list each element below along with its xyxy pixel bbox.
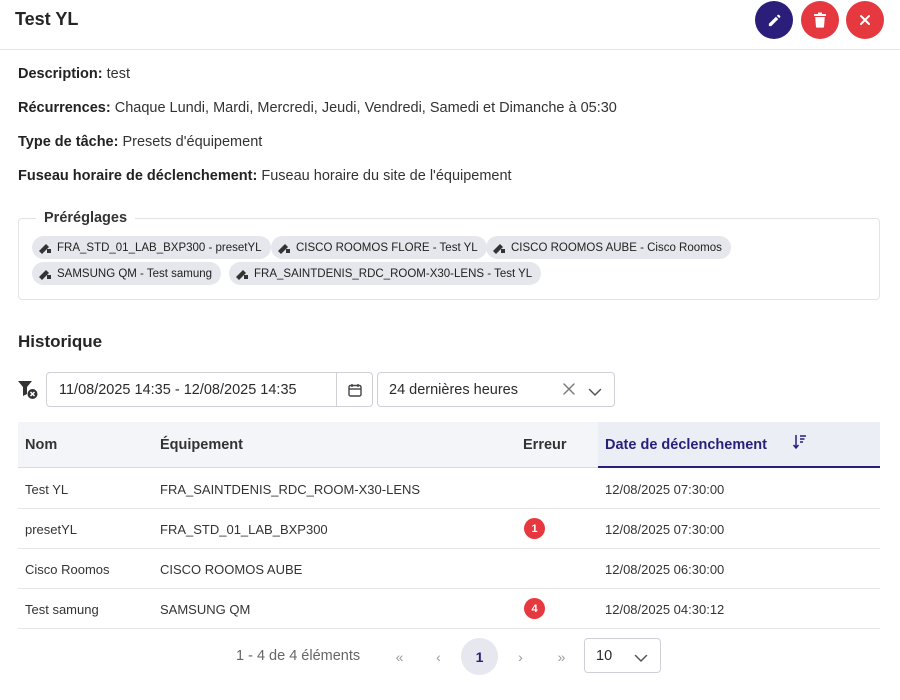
dialog-header: Test YL xyxy=(0,0,900,50)
row-date: 12/08/2025 04:30:12 xyxy=(605,602,725,617)
delete-button[interactable] xyxy=(801,1,839,39)
table-row[interactable]: presetYL FRA_STD_01_LAB_BXP300 1 12/08/2… xyxy=(18,509,880,549)
description-value: test xyxy=(106,66,130,82)
edit-button[interactable] xyxy=(755,1,793,39)
column-header-date-label: Date de déclenchement xyxy=(605,437,767,453)
table-row[interactable]: Test YL FRA_SAINTDENIS_RDC_ROOM-X30-LENS… xyxy=(18,469,880,509)
preset-chip-label: CISCO ROOMOS AUBE - Cisco Roomos xyxy=(511,241,722,254)
row-name: Test samung xyxy=(25,602,99,617)
page-title: Test YL xyxy=(15,9,79,29)
column-header-equipment[interactable]: Équipement xyxy=(160,437,243,453)
close-icon xyxy=(860,15,870,25)
period-value: 24 dernières heures xyxy=(389,382,518,398)
date-range-value: 11/08/2025 14:35 - 12/08/2025 14:35 xyxy=(59,382,297,398)
calendar-icon xyxy=(348,383,362,397)
last-page-button[interactable]: » xyxy=(543,638,580,675)
error-count-badge[interactable]: 4 xyxy=(524,598,545,619)
date-range-input[interactable]: 11/08/2025 14:35 - 12/08/2025 14:35 xyxy=(46,372,373,407)
preset-chip: CISCO ROOMOS FLORE - Test YL xyxy=(271,236,487,259)
first-page-button[interactable]: « xyxy=(381,638,418,675)
chevron-down-icon xyxy=(634,654,648,663)
period-dropdown-toggle[interactable] xyxy=(588,384,602,402)
timezone-line: Fuseau horaire de déclenchement: Fuseau … xyxy=(18,168,512,184)
column-header-error[interactable]: Erreur xyxy=(523,437,567,453)
row-name: presetYL xyxy=(25,522,78,537)
row-equipment: FRA_SAINTDENIS_RDC_ROOM-X30-LENS xyxy=(160,482,421,497)
preset-chip: SAMSUNG QM - Test samung xyxy=(32,262,222,285)
clear-filter-button[interactable] xyxy=(17,380,39,405)
column-header-name[interactable]: Nom xyxy=(25,437,57,453)
preset-chip: FRA_SAINTDENIS_RDC_ROOM-X30-LENS - Test … xyxy=(229,262,542,285)
preset-camera-icon xyxy=(236,269,248,280)
timezone-label: Fuseau horaire de déclenchement: xyxy=(18,168,258,184)
table-row[interactable]: Cisco Roomos CISCO ROOMOS AUBE 12/08/202… xyxy=(18,549,880,589)
preset-camera-icon xyxy=(39,269,51,280)
description-label: Description: xyxy=(18,66,103,82)
filter-clear-icon xyxy=(18,381,38,399)
pagination-info: 1 - 4 de 4 éléments xyxy=(236,648,361,664)
preset-chip: CISCO ROOMOS AUBE - Cisco Roomos xyxy=(486,236,731,259)
preset-camera-icon xyxy=(493,243,505,254)
task-type-label: Type de tâche: xyxy=(18,134,119,150)
row-date: 12/08/2025 06:30:00 xyxy=(605,562,725,577)
calendar-button[interactable] xyxy=(336,373,373,406)
timezone-value: Fuseau horaire du site de l'équipement xyxy=(261,168,512,184)
row-date: 12/08/2025 07:30:00 xyxy=(605,482,725,497)
task-type-value: Presets d'équipement xyxy=(122,134,263,150)
presets-fieldset xyxy=(18,218,880,300)
prev-page-button[interactable]: ‹ xyxy=(420,638,457,675)
close-icon xyxy=(563,383,575,395)
trash-icon xyxy=(814,12,826,28)
page-button-current[interactable]: 1 xyxy=(461,638,498,675)
preset-chip-label: CISCO ROOMOS FLORE - Test YL xyxy=(296,241,478,254)
row-name: Cisco Roomos xyxy=(25,562,110,577)
preset-camera-icon xyxy=(278,243,290,254)
preset-chip-label: FRA_STD_01_LAB_BXP300 - presetYL xyxy=(57,241,262,254)
recurrences-line: Récurrences: Chaque Lundi, Mardi, Mercre… xyxy=(18,100,617,116)
row-equipment: FRA_STD_01_LAB_BXP300 xyxy=(160,522,328,537)
pencil-icon xyxy=(768,14,780,26)
clear-period-button[interactable] xyxy=(562,382,576,401)
history-table-header: Nom Équipement Erreur Date de déclenchem… xyxy=(18,422,880,468)
row-date: 12/08/2025 07:30:00 xyxy=(605,522,725,537)
row-name: Test YL xyxy=(25,482,69,497)
close-button[interactable] xyxy=(846,1,884,39)
recurrences-value: Chaque Lundi, Mardi, Mercredi, Jeudi, Ve… xyxy=(114,100,617,116)
preset-chip-label: FRA_SAINTDENIS_RDC_ROOM-X30-LENS - Test … xyxy=(254,267,533,280)
presets-legend: Préréglages xyxy=(36,210,136,226)
table-row[interactable]: Test samung SAMSUNG QM 4 12/08/2025 04:3… xyxy=(18,589,880,629)
row-equipment: CISCO ROOMOS AUBE xyxy=(160,562,303,577)
chevron-down-icon xyxy=(588,388,602,397)
preset-camera-icon xyxy=(39,243,51,254)
sort-descending-icon xyxy=(793,435,806,450)
period-select[interactable]: 24 dernières heures xyxy=(377,372,615,407)
history-title: Historique xyxy=(18,332,103,351)
description-line: Description: test xyxy=(18,66,130,82)
task-type-line: Type de tâche: Presets d'équipement xyxy=(18,134,262,150)
preset-chip: FRA_STD_01_LAB_BXP300 - presetYL xyxy=(32,236,271,259)
recurrences-label: Récurrences: xyxy=(18,100,111,116)
page-size-dropdown-toggle[interactable] xyxy=(634,650,648,668)
page-size-select[interactable]: 10 xyxy=(584,638,661,673)
column-header-date[interactable]: Date de déclenchement xyxy=(598,422,880,468)
next-page-button[interactable]: › xyxy=(502,638,539,675)
page-size-value: 10 xyxy=(596,648,613,664)
row-equipment: SAMSUNG QM xyxy=(160,602,251,617)
preset-chip-label: SAMSUNG QM - Test samung xyxy=(57,267,213,280)
error-count-badge[interactable]: 1 xyxy=(524,518,545,539)
